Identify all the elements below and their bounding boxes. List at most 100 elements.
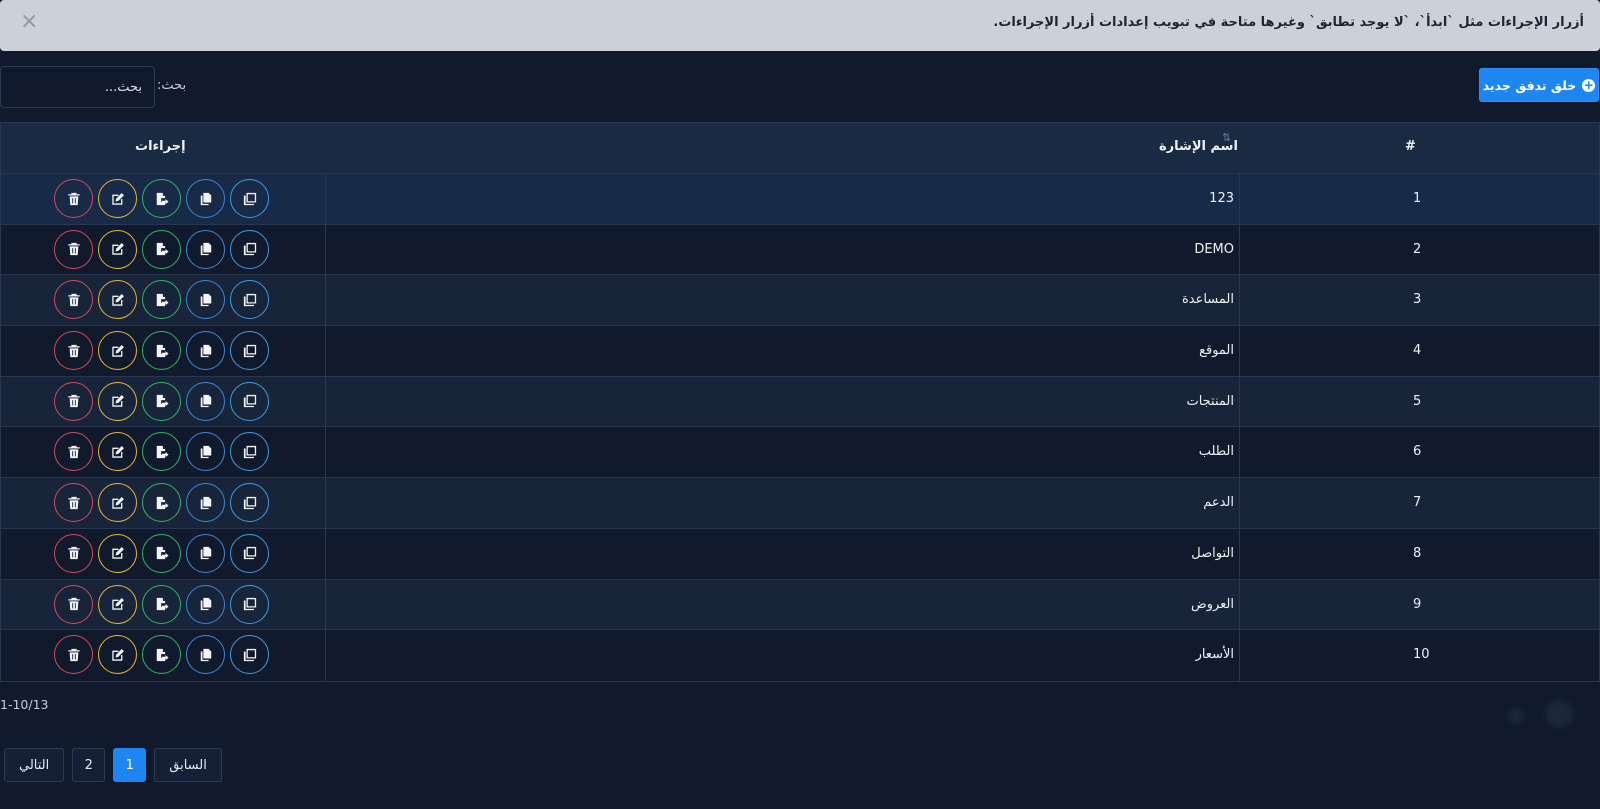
row-index: 8 <box>1413 545 1422 561</box>
edit-button[interactable] <box>98 584 137 624</box>
close-icon[interactable]: × <box>20 9 38 35</box>
edit-button[interactable] <box>98 381 137 421</box>
duplicate-icon <box>243 293 257 307</box>
delete-button[interactable] <box>54 584 93 624</box>
export-file-button[interactable] <box>142 432 181 472</box>
delete-button[interactable] <box>54 381 93 421</box>
row-actions <box>54 280 269 320</box>
export-file-button[interactable] <box>142 635 181 675</box>
row-index: 2 <box>1413 241 1422 257</box>
create-flow-button[interactable]: + خلق تدفق جديد <box>1479 68 1599 102</box>
page-1-button[interactable]: 1 <box>113 748 147 782</box>
duplicate-button[interactable] <box>230 331 269 371</box>
duplicate-button[interactable] <box>230 432 269 472</box>
duplicate-button[interactable] <box>230 635 269 675</box>
copy-button[interactable] <box>186 179 225 218</box>
next-page-button[interactable]: التالي <box>4 748 65 782</box>
copy-button[interactable] <box>186 280 225 320</box>
copy-button[interactable] <box>186 483 225 523</box>
delete-button[interactable] <box>54 331 93 371</box>
search-label: بحث: <box>157 78 187 93</box>
export-file-button[interactable] <box>142 179 181 218</box>
delete-button[interactable] <box>54 280 93 320</box>
export-file-button[interactable] <box>142 280 181 320</box>
duplicate-button[interactable] <box>230 280 269 320</box>
search-input[interactable] <box>0 66 155 108</box>
edit-button[interactable] <box>98 280 137 320</box>
column-divider <box>325 630 326 681</box>
edit-button[interactable] <box>98 483 137 523</box>
export-file-button[interactable] <box>142 584 181 624</box>
export-file-button[interactable] <box>142 533 181 573</box>
column-divider <box>325 326 326 376</box>
export-file-icon <box>155 344 169 358</box>
export-file-button[interactable] <box>142 381 181 421</box>
copy-icon <box>199 293 213 307</box>
delete-button[interactable] <box>54 533 93 573</box>
header-name[interactable]: اسم الإشارة <box>1159 139 1238 154</box>
delete-button[interactable] <box>54 432 93 472</box>
edit-button[interactable] <box>98 179 137 218</box>
duplicate-button[interactable] <box>230 533 269 573</box>
edit-button[interactable] <box>98 229 137 269</box>
row-actions <box>54 635 269 675</box>
delete-button[interactable] <box>54 229 93 269</box>
row-actions <box>54 381 269 421</box>
row-index: 1 <box>1413 191 1422 206</box>
duplicate-icon <box>243 344 257 358</box>
row-actions <box>54 584 269 624</box>
row-name: 123 <box>1209 191 1234 206</box>
duplicate-button[interactable] <box>230 584 269 624</box>
delete-button[interactable] <box>54 179 93 218</box>
copy-button[interactable] <box>186 229 225 269</box>
alert-banner: × أزرار الإجراءات مثل `ابدأ`، `لا يوجد ت… <box>0 0 1600 51</box>
delete-button[interactable] <box>54 483 93 523</box>
column-divider <box>325 275 326 326</box>
duplicate-button[interactable] <box>230 381 269 421</box>
column-divider <box>325 478 326 528</box>
copy-button[interactable] <box>186 381 225 421</box>
duplicate-icon <box>243 394 257 408</box>
column-divider <box>325 427 326 478</box>
column-divider <box>325 528 326 579</box>
edit-icon <box>111 597 125 611</box>
edit-button[interactable] <box>98 635 137 675</box>
row-index: 9 <box>1413 596 1422 612</box>
delete-icon <box>67 496 81 510</box>
copy-icon <box>199 445 213 459</box>
delete-icon <box>67 648 81 662</box>
duplicate-button[interactable] <box>230 483 269 523</box>
floating-widget-dot <box>1508 708 1524 724</box>
export-file-button[interactable] <box>142 331 181 371</box>
edit-icon <box>111 445 125 459</box>
table-body: 1 123 2 DEMO 3 المساعدة 4 الموقع 5 المنتجات 6 الطلب… <box>1 174 1599 681</box>
copy-button[interactable] <box>186 432 225 472</box>
edit-icon <box>111 192 125 206</box>
copy-icon <box>199 546 213 560</box>
copy-button[interactable] <box>186 331 225 371</box>
export-file-button[interactable] <box>142 229 181 269</box>
copy-button[interactable] <box>186 584 225 624</box>
range-info: 1-10/13 <box>0 697 49 712</box>
column-divider <box>1239 630 1240 681</box>
alert-text: أزرار الإجراءات مثل `ابدأ`، `لا يوجد تطا… <box>993 15 1584 30</box>
edit-icon <box>111 344 125 358</box>
column-divider <box>1239 478 1240 528</box>
copy-button[interactable] <box>186 533 225 573</box>
export-file-button[interactable] <box>142 483 181 523</box>
delete-icon <box>67 293 81 307</box>
page-2-button[interactable]: 2 <box>72 748 106 782</box>
edit-button[interactable] <box>98 331 137 371</box>
prev-page-button[interactable]: السابق <box>154 748 222 782</box>
edit-button[interactable] <box>98 432 137 472</box>
row-index: 3 <box>1413 292 1422 308</box>
copy-button[interactable] <box>186 635 225 675</box>
create-flow-label: خلق تدفق جديد <box>1482 77 1577 93</box>
table-row: 9 العروض <box>1 579 1599 631</box>
duplicate-button[interactable] <box>230 179 269 218</box>
duplicate-button[interactable] <box>230 229 269 269</box>
delete-button[interactable] <box>54 635 93 675</box>
edit-icon <box>111 242 125 256</box>
delete-icon <box>67 394 81 408</box>
edit-button[interactable] <box>98 533 137 573</box>
